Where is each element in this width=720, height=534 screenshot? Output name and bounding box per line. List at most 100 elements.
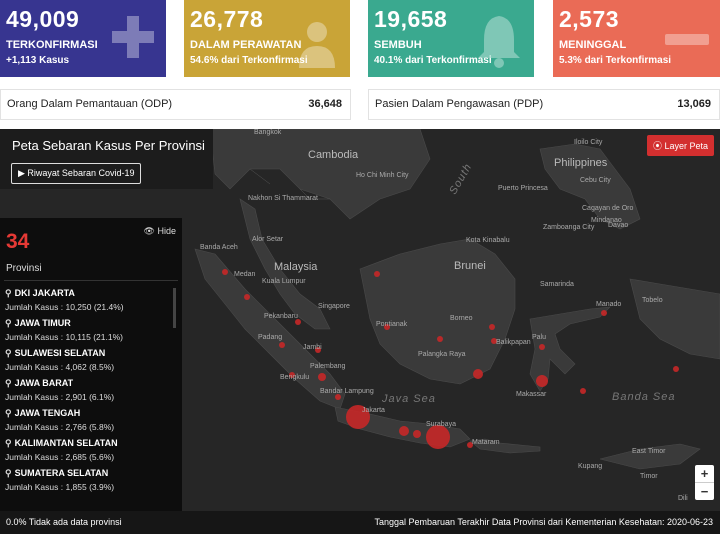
province-cases: Jumlah Kasus : 10,250 (21.4%) (5, 302, 124, 312)
zoom-in-button[interactable]: + (695, 465, 714, 482)
zoom-control: + − (695, 465, 714, 500)
province-cases: Jumlah Kasus : 10,115 (21.1%) (5, 332, 123, 342)
label-mataram: Mataram (472, 439, 500, 446)
list-scrollbar[interactable] (173, 288, 176, 328)
bubble-banjarmasin (473, 369, 483, 379)
label-davao: Davao (608, 222, 629, 229)
treated-value: 26,778 (190, 6, 264, 32)
label-balikpapan: Balikpapan (496, 339, 531, 346)
location-pin-icon: ⚲ (5, 438, 12, 448)
label-kotakinabalu: Kota Kinabalu (466, 237, 510, 244)
card-recovered: 19,658 SEMBUH 40.1% dari Terkonfirmasi (368, 0, 534, 77)
label-samarinda: Samarinda (540, 281, 574, 288)
history-button[interactable]: ▶ Riwayat Sebaran Covid-19 (11, 163, 142, 184)
label-kualalumpur: Kuala Lumpur (262, 278, 306, 285)
deaths-sub: 5.3% dari Terkonfirmasi (559, 55, 672, 66)
layer-button[interactable]: ⦿ Layer Peta (646, 135, 714, 156)
location-pin-icon: ⚲ (5, 318, 12, 328)
label-nakhon: Nakhon Si Thammarat (248, 195, 318, 202)
bubble-medan (244, 294, 250, 300)
bell-icon (478, 16, 520, 68)
pdp-label: Pasien Dalam Pengawasan (PDP) (375, 98, 544, 110)
confirmed-label: TERKONFIRMASI (6, 39, 98, 51)
label-dili: Dili (678, 495, 688, 502)
province-cases: Jumlah Kasus : 2,901 (6.1%) (5, 392, 115, 402)
panel-divider (4, 280, 178, 281)
province-panel: 34 👁 Hide Provinsi ⚲ DKI JAKARTA Jumlah Ka… (0, 218, 182, 511)
hide-button[interactable]: 👁 Hide (144, 226, 176, 237)
bubble-kendari (580, 388, 586, 394)
province-name: JAWA TENGAH (14, 408, 81, 418)
bubble-palangka (437, 336, 443, 342)
bubble-padang (279, 342, 285, 348)
bubble-ambon (673, 366, 679, 372)
label-tobelo: Tobelo (642, 297, 663, 304)
label-east: East Timor (632, 448, 666, 455)
label-medan: Medan (234, 271, 256, 278)
odp-box: Orang Dalam Pemantauan (ODP) 36,648 (0, 89, 351, 120)
province-list[interactable]: ⚲ DKI JAKARTA Jumlah Kasus : 10,250 (21.4%… (5, 288, 175, 498)
eye-icon: 👁 (143, 226, 158, 236)
bubble-manado (601, 310, 607, 316)
province-item[interactable]: ⚲ SULAWESI SELATAN Jumlah Kasus : 4,062 (8… (5, 348, 175, 378)
province-name: SULAWESI SELATAN (14, 348, 106, 358)
province-item[interactable]: ⚲ SUMATERA SELATAN Jumlah Kasus : 1,855 (3… (5, 468, 175, 498)
label-pontianak: Pontianak (376, 321, 408, 328)
province-item[interactable]: ⚲ JAWA BARAT Jumlah Kasus : 2,901 (6.1%) (5, 378, 175, 408)
bubble-semarang (413, 430, 421, 438)
treated-sub: 54.6% dari Terkonfirmasi (190, 55, 308, 66)
label-manado: Manado (596, 301, 622, 308)
location-pin-icon: ⚲ (5, 288, 12, 298)
label-singapore: Singapore (318, 303, 350, 310)
treated-label: DALAM PERAWATAN (190, 39, 302, 51)
label-cambodia: Cambodia (308, 149, 359, 161)
card-deaths: 2,573 MENINGGAL 5.3% dari Terkonfirmasi (553, 0, 720, 77)
label-brunei: Brunei (454, 260, 486, 272)
label-cagayan: Cagayan de Oro (582, 205, 634, 212)
bubble-palu (539, 344, 545, 350)
label-palu: Palu (532, 334, 547, 341)
card-confirmed: 49,009 TERKONFIRMASI +1,113 Kasus (0, 0, 166, 77)
plus-icon (112, 16, 154, 58)
province-cases: Jumlah Kasus : 2,685 (5.6%) (5, 452, 115, 462)
province-name: JAWA BARAT (14, 378, 74, 388)
location-pin-icon: ⚲ (5, 378, 12, 388)
province-item[interactable]: ⚲ KALIMANTAN SELATAN Jumlah Kasus : 2,685 … (5, 438, 175, 468)
province-item[interactable]: ⚲ JAWA TIMUR Jumlah Kasus : 10,115 (21.1%) (5, 318, 175, 348)
confirmed-sub: +1,113 Kasus (6, 55, 70, 66)
minus-icon (665, 34, 709, 45)
location-pin-icon: ⚲ (5, 408, 12, 418)
recovered-value: 19,658 (374, 6, 448, 32)
odp-label: Orang Dalam Pemantauan (ODP) (7, 98, 173, 110)
covid-map[interactable]: Bangkok Cambodia Ho Chi Minh City Nakhon… (0, 129, 720, 511)
label-kupang: Kupang (578, 463, 603, 470)
update-date: Tanggal Pembaruan Terakhir Data Provinsi… (374, 517, 713, 527)
province-count: 34 (6, 230, 30, 253)
label-makassar: Makassar (516, 391, 547, 398)
label-borneo: Borneo (450, 315, 473, 322)
bubble-makassar (536, 375, 548, 387)
bubble-bandung (399, 426, 409, 436)
location-pin-icon: ⚲ (5, 348, 12, 358)
deaths-label: MENINGGAL (559, 39, 627, 51)
label-palangka: Palangka Raya (418, 351, 466, 358)
recovered-label: SEMBUH (374, 39, 422, 51)
province-cases: Jumlah Kasus : 4,062 (8.5%) (5, 362, 115, 372)
hide-label: Hide (157, 226, 176, 236)
layer-button-label: Layer Peta (664, 141, 708, 151)
label-zamboanga: Zamboanga City (543, 224, 595, 231)
label-philippines: Philippines (554, 157, 608, 169)
label-timor: Timor (640, 473, 658, 480)
bubble-kuching (374, 271, 380, 277)
label-alorsetar: Alor Setar (252, 236, 284, 243)
zoom-out-button[interactable]: − (695, 482, 714, 500)
province-item[interactable]: ⚲ JAWA TENGAH Jumlah Kasus : 2,766 (5.8%) (5, 408, 175, 438)
province-cases: Jumlah Kasus : 2,766 (5.8%) (5, 422, 115, 432)
province-name: KALIMANTAN SELATAN (14, 438, 118, 448)
bubble-samarinda (489, 324, 495, 330)
label-bengkulu: Bengkulu (280, 374, 310, 381)
province-item[interactable]: ⚲ DKI JAKARTA Jumlah Kasus : 10,250 (21.4%… (5, 288, 175, 318)
map-title: Peta Sebaran Kasus Per Provinsi (12, 138, 205, 153)
province-label: Provinsi (6, 263, 42, 274)
label-bangkok: Bangkok (254, 129, 282, 136)
